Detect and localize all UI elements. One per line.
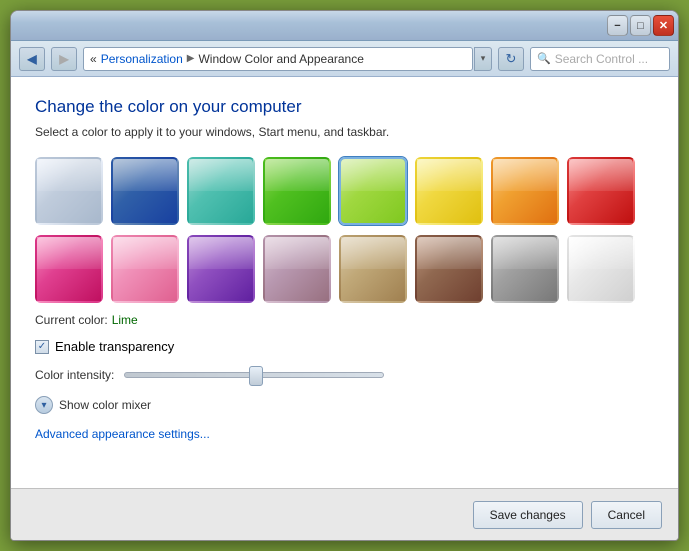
address-bar: ◀ ▶ « Personalization ▶ Window Color and… [11,41,678,77]
color-swatch-purple[interactable] [187,235,255,303]
breadcrumb-prefix: « [90,52,97,66]
color-swatch-gray[interactable] [491,235,559,303]
title-bar: − □ ✕ [11,11,678,41]
intensity-label: Color intensity: [35,368,114,382]
breadcrumb-dropdown-button[interactable]: ▾ [474,47,492,71]
breadcrumb-current: Window Color and Appearance [198,52,363,66]
forward-button[interactable]: ▶ [51,47,77,71]
search-bar[interactable]: 🔍 Search Control ... [530,47,670,71]
refresh-button[interactable]: ↻ [498,47,524,71]
search-icon: 🔍 [537,52,551,65]
back-button[interactable]: ◀ [19,47,45,71]
color-swatch-brown[interactable] [415,235,483,303]
intensity-slider-thumb[interactable] [249,366,263,386]
breadcrumb-root[interactable]: Personalization [101,52,183,66]
color-swatch-tan[interactable] [339,235,407,303]
color-mixer-expand-button[interactable]: ▾ [35,396,53,414]
intensity-slider[interactable] [124,372,384,378]
page-title: Change the color on your computer [35,97,654,117]
color-swatch-blue-dark[interactable] [111,157,179,225]
current-color-value: Lime [112,313,138,327]
color-swatch-default[interactable] [35,157,103,225]
current-color-row: Current color: Lime [35,313,654,327]
close-button[interactable]: ✕ [653,15,674,36]
color-row-1 [35,157,654,225]
transparency-row[interactable]: ✓ Enable transparency [35,339,654,354]
subtitle-text: Select a color to apply it to your windo… [35,125,654,139]
maximize-button[interactable]: □ [630,15,651,36]
current-color-label: Current color: [35,313,108,327]
search-placeholder-text: Search Control ... [555,52,648,66]
color-row-2 [35,235,654,303]
transparency-label: Enable transparency [55,339,174,354]
color-swatch-orange[interactable] [491,157,559,225]
intensity-row: Color intensity: [35,368,654,382]
footer: Save changes Cancel [11,488,678,540]
breadcrumb-arrow-icon: ▶ [187,53,195,64]
minimize-button[interactable]: − [607,15,628,36]
save-changes-button[interactable]: Save changes [473,501,583,529]
color-swatch-lime[interactable] [339,157,407,225]
color-swatch-green[interactable] [263,157,331,225]
main-content: Change the color on your computer Select… [11,77,678,488]
color-swatch-pink[interactable] [35,235,103,303]
color-swatch-mauve[interactable] [263,235,331,303]
cancel-button[interactable]: Cancel [591,501,662,529]
breadcrumb-bar: « Personalization ▶ Window Color and App… [83,47,473,71]
color-swatch-yellow[interactable] [415,157,483,225]
title-bar-buttons: − □ ✕ [607,15,674,36]
color-swatch-rose[interactable] [111,235,179,303]
color-swatch-white[interactable] [567,235,635,303]
color-swatch-red[interactable] [567,157,635,225]
color-swatch-teal[interactable] [187,157,255,225]
color-mixer-label: Show color mixer [59,398,151,412]
advanced-settings-link[interactable]: Advanced appearance settings... [35,427,210,441]
color-mixer-row[interactable]: ▾ Show color mixer [35,396,654,414]
main-window: − □ ✕ ◀ ▶ « Personalization ▶ Window Col… [10,10,679,541]
transparency-checkbox[interactable]: ✓ [35,340,49,354]
